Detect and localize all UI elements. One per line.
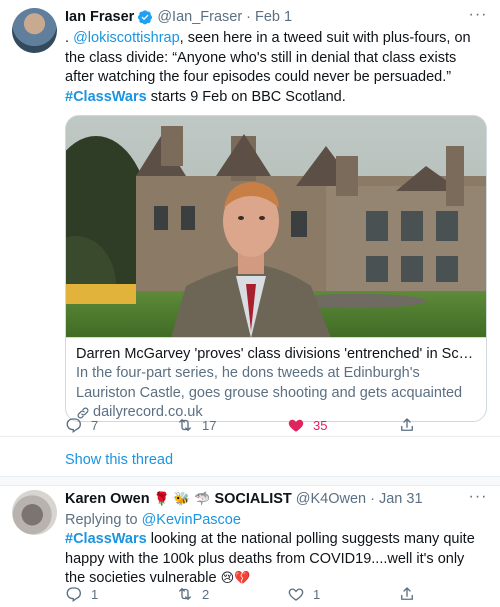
retweet-count: 2 bbox=[202, 586, 210, 602]
like-icon bbox=[288, 419, 304, 432]
tweet-text: . @lokiscottishrap, seen here in a tweed… bbox=[65, 29, 488, 107]
show-thread-link[interactable]: Show this thread bbox=[65, 452, 173, 468]
reply-icon bbox=[66, 587, 81, 603]
share-button[interactable] bbox=[398, 585, 500, 603]
card-description: In the four-part series, he dons tweeds … bbox=[76, 365, 463, 401]
thread-divider bbox=[0, 476, 500, 486]
card-title: Darren McGarvey 'proves' class divisions… bbox=[76, 346, 476, 362]
link-card[interactable]: Darren McGarvey 'proves' class divisions… bbox=[65, 115, 487, 422]
reply-count: 7 bbox=[91, 417, 99, 433]
retweet-icon bbox=[179, 588, 191, 600]
author-name-suffix: SOCIALIST bbox=[214, 491, 292, 507]
tweet-header: Karen Owen 🌹 🐝 🦈 SOCIALIST @K4Owen · Jan… bbox=[65, 490, 488, 508]
tweet-header: Ian Fraser @Ian_Fraser · Feb 1 bbox=[65, 8, 488, 26]
replying-to: Replying to @KevinPascoe bbox=[65, 511, 488, 530]
avatar[interactable] bbox=[12, 490, 57, 535]
author-handle[interactable]: @Ian_Fraser bbox=[157, 9, 242, 25]
name-emojis: 🌹 🐝 🦈 bbox=[153, 491, 211, 507]
tweet-date[interactable]: Feb 1 bbox=[255, 9, 292, 25]
retweet-count: 17 bbox=[202, 417, 217, 433]
separator-dot: · bbox=[370, 491, 375, 507]
avatar[interactable] bbox=[12, 8, 57, 53]
share-button[interactable] bbox=[398, 416, 500, 434]
mention-link[interactable]: @lokiscottishrap bbox=[73, 30, 180, 46]
like-count: 1 bbox=[313, 586, 321, 602]
replying-to-link[interactable]: @KevinPascoe bbox=[142, 512, 241, 528]
reply-button[interactable]: 7 bbox=[65, 416, 176, 434]
hashtag-link[interactable]: #ClassWars bbox=[65, 89, 147, 105]
text-prefix: . bbox=[65, 30, 74, 46]
replying-label: Replying to bbox=[65, 512, 142, 528]
like-button[interactable]: 1 bbox=[287, 585, 398, 603]
card-image bbox=[66, 116, 486, 338]
card-body: Darren McGarvey 'proves' class divisions… bbox=[66, 338, 486, 421]
tweet-content: Karen Owen 🌹 🐝 🦈 SOCIALIST @K4Owen · Jan… bbox=[65, 489, 488, 589]
like-count: 35 bbox=[313, 417, 328, 433]
retweet-button[interactable]: 17 bbox=[176, 416, 287, 434]
hashtag-link[interactable]: #ClassWars bbox=[65, 531, 147, 547]
reply-button[interactable]: 1 bbox=[65, 585, 176, 603]
verified-icon bbox=[138, 10, 153, 25]
share-icon bbox=[401, 418, 413, 431]
tweet-date[interactable]: Jan 31 bbox=[379, 491, 423, 507]
author-handle[interactable]: @K4Owen bbox=[296, 491, 366, 507]
more-icon[interactable]: ··· bbox=[468, 7, 488, 26]
tweet-actions: 1 2 1 bbox=[65, 584, 500, 604]
text-suffix: starts 9 Feb on BBC Scotland. bbox=[146, 88, 346, 105]
tweet-content: Ian Fraser @Ian_Fraser · Feb 1 ··· . @lo… bbox=[65, 7, 488, 422]
retweet-icon bbox=[179, 419, 191, 431]
author-name[interactable]: Karen Owen bbox=[65, 491, 150, 507]
tweet-text: #ClassWars looking at the national polli… bbox=[65, 530, 488, 589]
like-icon bbox=[288, 588, 304, 601]
more-icon[interactable]: ··· bbox=[468, 489, 488, 508]
retweet-button[interactable]: 2 bbox=[176, 585, 287, 603]
separator-dot: · bbox=[246, 9, 252, 25]
share-icon bbox=[401, 587, 413, 600]
reply-icon bbox=[66, 418, 81, 434]
castle-photo bbox=[66, 116, 486, 337]
like-button[interactable]: 35 bbox=[287, 416, 398, 434]
reply-count: 1 bbox=[91, 586, 99, 602]
tweet-actions: 7 17 35 bbox=[65, 415, 500, 435]
author-name[interactable]: Ian Fraser bbox=[65, 9, 134, 25]
